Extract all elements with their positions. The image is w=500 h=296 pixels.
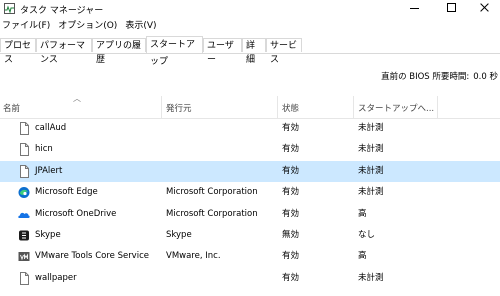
menu-options[interactable]: オプション(O) (54, 19, 121, 34)
row-impact: なし (358, 229, 376, 240)
table-row[interactable]: hicn 有効 未計測 (0, 139, 500, 160)
row-impact: 未計測 (358, 272, 384, 283)
title-bar: タスク マネージャー (0, 0, 500, 18)
table-row[interactable]: VMware Tools Core Service VMware, Inc. 有… (0, 246, 500, 267)
file-icon (20, 271, 29, 285)
startup-list: callAud 有効 未計測 hicn 有効 未計測 JPAlert 有効 未計… (0, 118, 500, 289)
bios-time: 直前の BIOS 所要時間: 0.0 秒 (381, 70, 498, 82)
row-status: 有効 (282, 208, 300, 219)
table-row[interactable]: wallpaper 有効 未計測 (0, 268, 500, 289)
row-name: Microsoft OneDrive (35, 208, 117, 219)
menu-file[interactable]: ファイル(F) (0, 19, 54, 34)
column-divider[interactable] (353, 96, 354, 118)
tab-bar: プロセス パフォーマンス アプリの履歴 スタートアップ ユーザー 詳細 サービス (0, 36, 500, 67)
tab-processes[interactable]: プロセス (0, 38, 36, 65)
vmware-icon (18, 252, 30, 262)
menu-view[interactable]: 表示(V) (121, 19, 160, 34)
row-impact: 高 (358, 251, 367, 262)
row-name: hicn (35, 144, 53, 155)
row-impact: 未計測 (358, 144, 384, 155)
close-button[interactable] (472, 0, 498, 16)
tab-startup[interactable]: スタートアップ (146, 36, 203, 67)
column-startup-impact[interactable]: スタートアップへ... (358, 102, 434, 114)
tab-users[interactable]: ユーザー (203, 38, 242, 65)
row-status: 有効 (282, 251, 300, 262)
task-manager-icon (4, 3, 15, 14)
file-icon (20, 143, 29, 157)
row-name: callAud (35, 123, 67, 133)
onedrive-icon (18, 212, 30, 218)
table-row[interactable]: Microsoft Edge Microsoft Corporation 有効 … (0, 182, 500, 203)
column-divider[interactable] (161, 96, 162, 118)
row-status: 有効 (282, 272, 300, 283)
table-row[interactable]: Skype Skype 無効 なし (0, 225, 500, 246)
minimize-button[interactable] (402, 0, 428, 16)
bios-time-value: 0.0 秒 (473, 72, 498, 82)
maximize-button[interactable] (438, 0, 464, 16)
file-icon (20, 122, 29, 135)
window-title: タスク マネージャー (20, 6, 104, 16)
column-status[interactable]: 状態 (282, 102, 299, 114)
row-status: 無効 (282, 229, 300, 240)
row-name: Microsoft Edge (35, 187, 98, 198)
row-status: 有効 (282, 165, 300, 176)
row-impact: 未計測 (358, 165, 384, 176)
row-publisher: VMware, Inc. (166, 251, 221, 262)
row-name: wallpaper (35, 272, 77, 283)
tab-services[interactable]: サービス (266, 38, 302, 65)
file-icon (20, 164, 29, 178)
row-publisher: Microsoft Corporation (166, 187, 258, 198)
row-name: Skype (35, 229, 61, 240)
tab-details[interactable]: 詳細 (242, 38, 266, 65)
row-status: 有効 (282, 187, 300, 198)
row-status: 有効 (282, 144, 300, 155)
table-row[interactable]: JPAlert 有効 未計測 (0, 160, 500, 183)
column-header-row: ︿ 名前 発行元 状態 スタートアップへ... (0, 94, 500, 119)
row-name: JPAlert (35, 165, 63, 176)
column-divider[interactable] (277, 96, 278, 118)
row-publisher: Skype (166, 229, 192, 240)
bios-time-label: 直前の BIOS 所要時間: (381, 72, 470, 82)
menu-bar: ファイル(F) オプション(O) 表示(V) (0, 19, 500, 34)
tab-performance[interactable]: パフォーマンス (36, 38, 92, 65)
tab-app-history[interactable]: アプリの履歴 (92, 38, 146, 65)
row-impact: 高 (358, 208, 367, 219)
row-publisher: Microsoft Corporation (166, 208, 258, 219)
row-impact: 未計測 (358, 187, 384, 198)
column-divider[interactable] (437, 96, 438, 118)
row-impact: 未計測 (358, 123, 384, 133)
sort-up-icon: ︿ (73, 94, 81, 103)
skype-icon (19, 230, 29, 241)
edge-icon (18, 187, 30, 199)
table-row[interactable]: Microsoft OneDrive Microsoft Corporation… (0, 204, 500, 225)
table-row[interactable]: callAud 有効 未計測 (0, 118, 500, 139)
column-name[interactable]: 名前 (3, 102, 20, 114)
row-status: 有効 (282, 123, 300, 133)
column-publisher[interactable]: 発行元 (166, 102, 192, 114)
row-name: VMware Tools Core Service (35, 251, 149, 262)
